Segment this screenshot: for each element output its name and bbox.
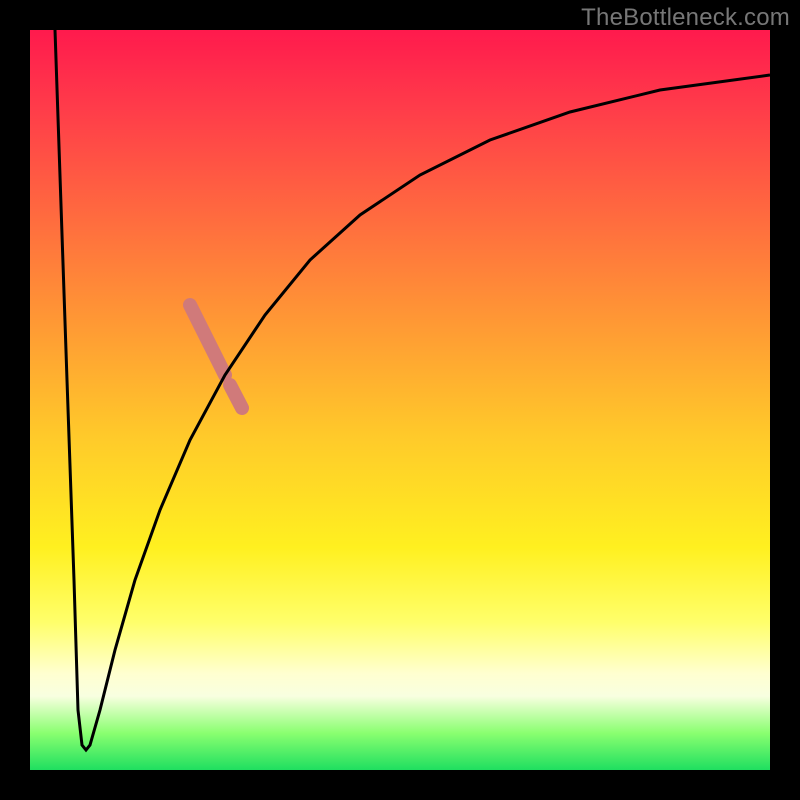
bottleneck-curve bbox=[55, 30, 770, 750]
watermark-text: TheBottleneck.com bbox=[581, 4, 790, 32]
plot-area bbox=[30, 30, 770, 770]
curve-svg bbox=[30, 30, 770, 770]
chart-frame: TheBottleneck.com bbox=[0, 0, 800, 800]
highlight-segment-lower bbox=[230, 385, 242, 408]
highlight-segment-upper bbox=[190, 305, 225, 375]
